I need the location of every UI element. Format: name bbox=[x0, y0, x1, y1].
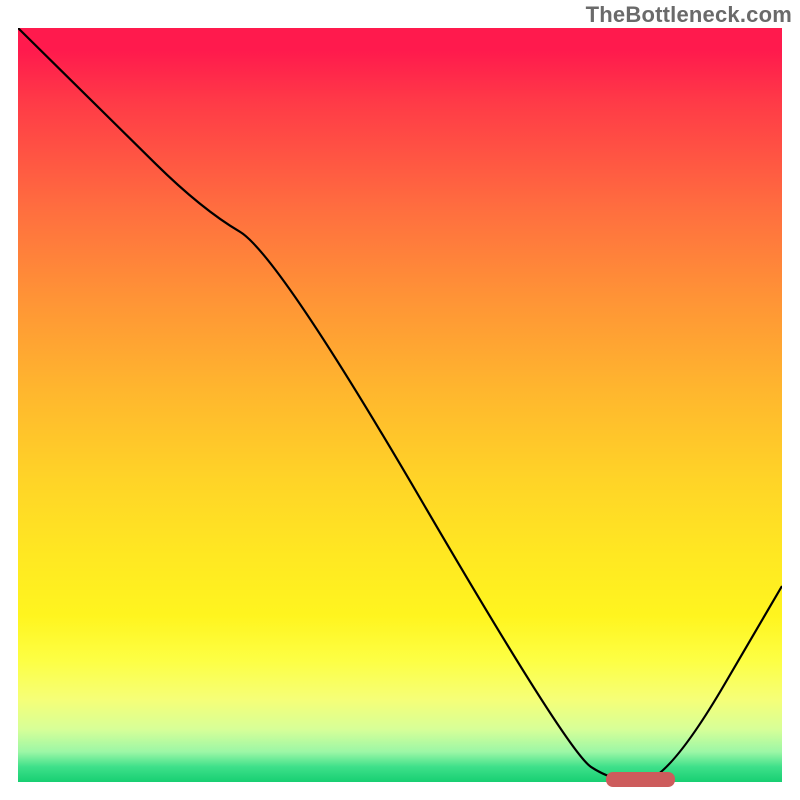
bottleneck-chart: TheBottleneck.com bbox=[0, 0, 800, 800]
curve-path bbox=[18, 28, 782, 782]
watermark-label: TheBottleneck.com bbox=[586, 2, 792, 28]
optimal-range-marker bbox=[606, 772, 675, 787]
bottleneck-curve bbox=[18, 28, 782, 782]
